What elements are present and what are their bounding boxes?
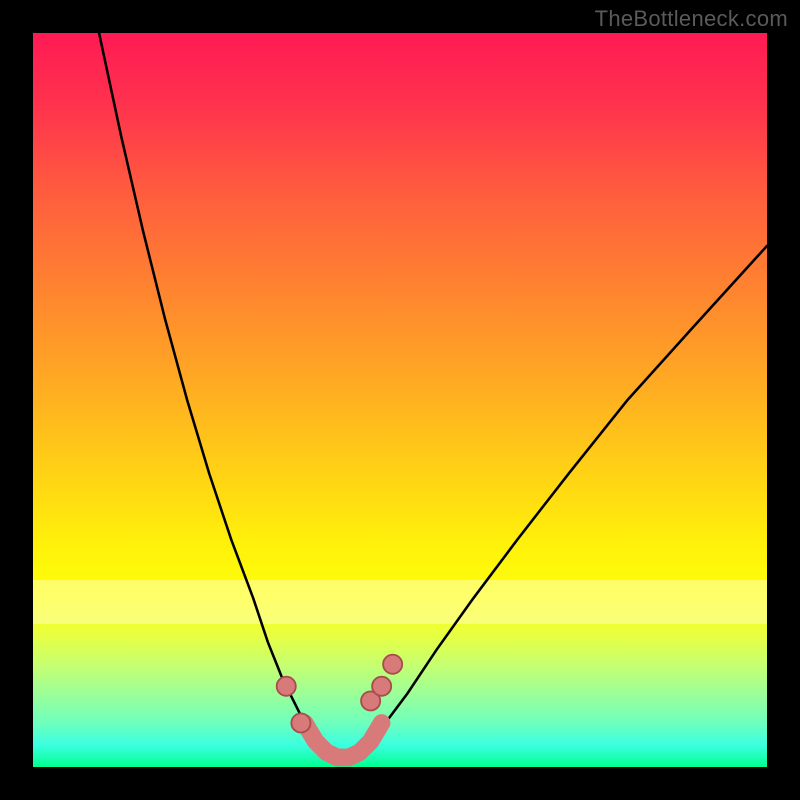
watermark-text: TheBottleneck.com [595,6,788,32]
outer-frame: TheBottleneck.com [0,0,800,800]
marker-dot [372,677,391,696]
trough-band [305,723,382,757]
marker-dot [277,677,296,696]
plot-area [33,33,767,767]
left-curve [99,33,327,756]
marker-dot [383,655,402,674]
chart-svg [33,33,767,767]
right-curve [356,246,767,756]
marker-dot [291,713,310,732]
